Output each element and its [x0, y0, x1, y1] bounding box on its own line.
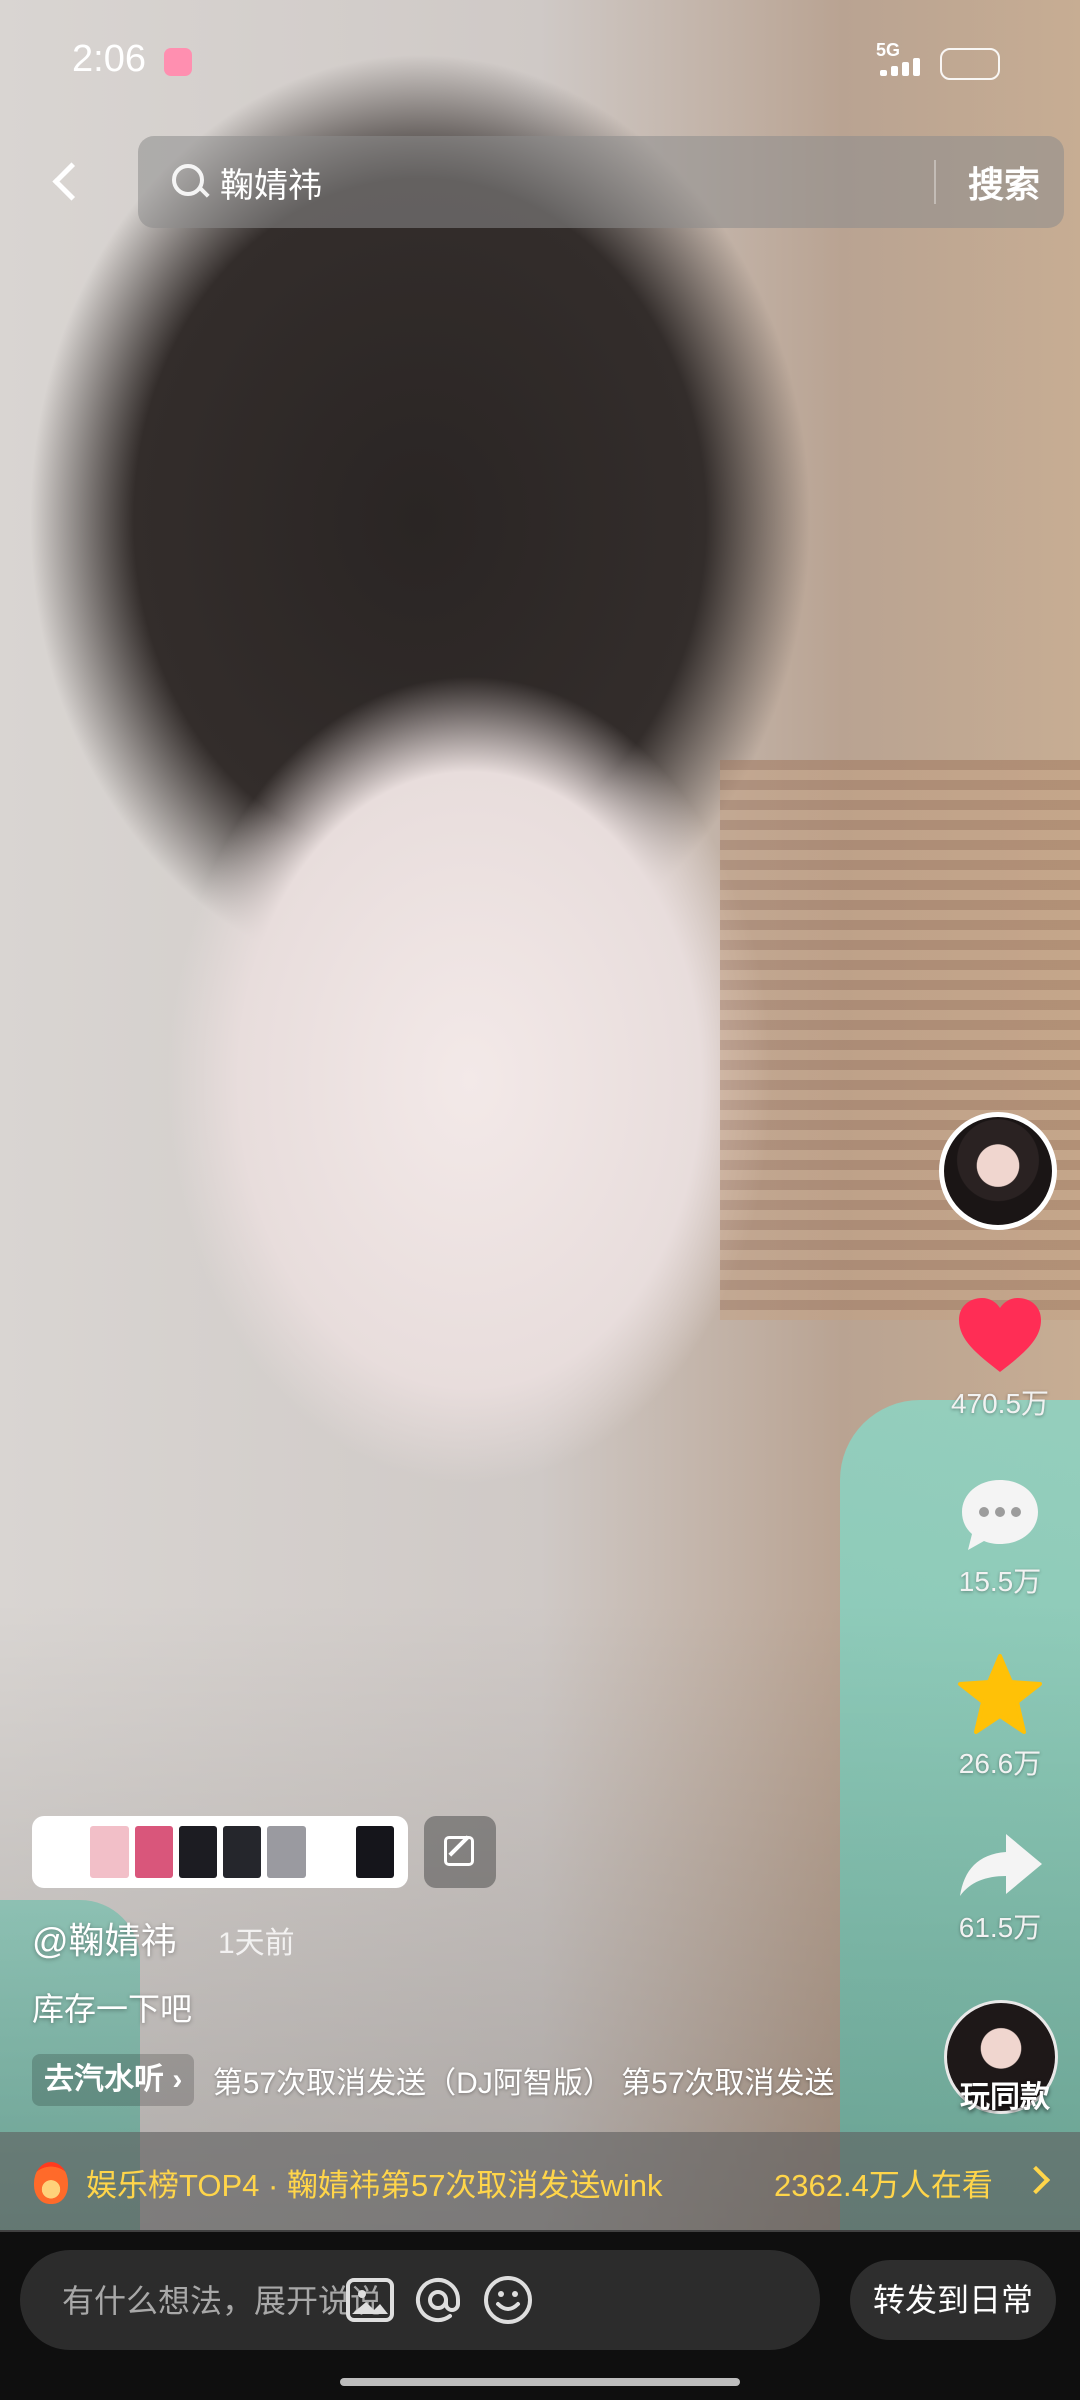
share-icon — [940, 1830, 1060, 1900]
search-bar[interactable]: 鞠婧祎 搜索 — [138, 136, 1064, 228]
music-title: 第57次取消发送（DJ阿智版） 第57次取消发送 — [212, 2067, 835, 2100]
chevron-right-icon — [1021, 2165, 1051, 2195]
color-palette-sticker[interactable] — [32, 1816, 408, 1888]
favorite-count: 26.6万 — [958, 1748, 1042, 1779]
hot-ranking-bar[interactable]: 娱乐榜TOP4 · 鞠婧祎第57次取消发送wink 2362.4万人在看 — [0, 2132, 1080, 2232]
comment-icon — [940, 1476, 1060, 1554]
search-button[interactable]: 搜索 — [968, 156, 1040, 208]
palette-swatch — [267, 1826, 306, 1878]
star-icon — [940, 1652, 1060, 1736]
mention-icon[interactable] — [410, 2272, 466, 2328]
back-button[interactable] — [40, 150, 90, 210]
forward-to-daily-button[interactable]: 转发到日常 — [850, 2260, 1056, 2340]
search-query[interactable]: 鞠婧祎 — [220, 158, 322, 207]
music-row[interactable]: 去汽水听 › 第57次取消发送（DJ阿智版） 第57次取消发送 — [32, 2054, 852, 2110]
favorite-button[interactable]: 26.6万 — [940, 1652, 1060, 1782]
palette-swatch — [223, 1826, 262, 1878]
share-count: 61.5万 — [958, 1912, 1042, 1943]
like-count: 470.5万 — [950, 1388, 1050, 1419]
palette-swatch — [46, 1826, 85, 1878]
post-caption: 库存一下吧 — [32, 1991, 193, 2027]
comment-input-box[interactable] — [20, 2250, 820, 2350]
palette-swatch — [355, 1826, 394, 1878]
battery-icon — [940, 48, 1000, 80]
music-app-label: 去汽水听 — [44, 2063, 164, 2096]
palette-swatch — [134, 1826, 173, 1878]
post-time: 1天前 — [218, 1927, 295, 1960]
like-button[interactable]: 470.5万 — [940, 1296, 1060, 1422]
image-icon[interactable] — [342, 2272, 398, 2328]
author-avatar[interactable] — [939, 1112, 1057, 1230]
comment-button[interactable]: 15.5万 — [940, 1476, 1060, 1600]
emoji-icon[interactable] — [480, 2272, 536, 2328]
status-bar: 2:06 5G — [0, 0, 1080, 120]
play-same-label[interactable]: 玩同款 — [950, 2072, 1060, 2116]
edit-button[interactable] — [424, 1816, 496, 1888]
palette-swatch — [311, 1826, 350, 1878]
author-name[interactable]: @鞠婧祎 — [32, 1912, 177, 1964]
search-divider — [934, 160, 936, 204]
edit-icon — [444, 1836, 474, 1866]
signal-icon — [880, 58, 920, 76]
music-app-chip[interactable]: 去汽水听 › — [32, 2054, 195, 2106]
notification-icon — [164, 48, 192, 76]
flame-icon — [34, 2162, 68, 2204]
background-blinds — [720, 760, 1080, 1320]
share-button[interactable]: 61.5万 — [940, 1830, 1060, 1946]
hot-ranking-text: 娱乐榜TOP4 · 鞠婧祎第57次取消发送wink — [86, 2168, 663, 2203]
palette-swatch — [178, 1826, 217, 1878]
heart-icon — [957, 1296, 1043, 1376]
palette-swatch — [90, 1826, 129, 1878]
home-indicator[interactable] — [340, 2378, 740, 2386]
status-time: 2:06 — [72, 38, 146, 80]
viewer-count: 2362.4万人在看 — [774, 2168, 993, 2203]
search-icon — [172, 164, 204, 196]
comment-count: 15.5万 — [958, 1566, 1042, 1597]
